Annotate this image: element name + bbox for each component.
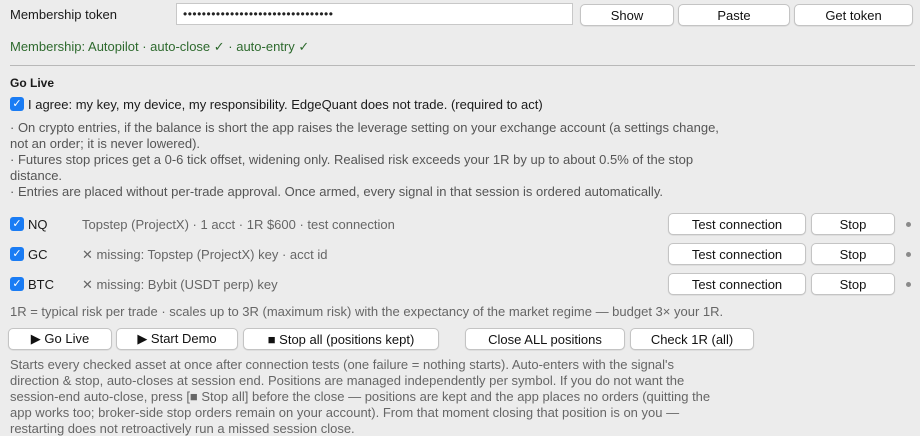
description-line: restarting does not retroactively run a … <box>10 421 355 436</box>
divider <box>10 65 915 66</box>
paste-token-button[interactable]: Paste <box>678 4 790 26</box>
check-icon: ✓ <box>12 277 22 290</box>
stop-button-nq[interactable]: Stop <box>811 213 895 235</box>
check-icon: ✓ <box>12 97 22 110</box>
description-line: app works too; broker-side stop orders r… <box>10 405 680 420</box>
stop-all-button[interactable]: ■ Stop all (positions kept) <box>243 328 439 350</box>
show-token-button[interactable]: Show <box>580 4 674 26</box>
asset-symbol: NQ <box>28 217 48 232</box>
asset-detail: Topstep (ProjectX) · 1 acct · 1R $600 · … <box>82 217 395 232</box>
description-line: session-end auto-close, press [■ Stop al… <box>10 389 711 404</box>
token-label: Membership token <box>10 7 117 22</box>
stop-button-btc[interactable]: Stop <box>811 273 895 295</box>
agree-label: I agree: my key, my device, my responsib… <box>28 97 543 112</box>
note-line: · Entries are placed without per-trade a… <box>10 184 663 199</box>
golive-heading: Go Live <box>10 76 55 90</box>
test-connection-button-gc[interactable]: Test connection <box>668 243 806 265</box>
risk-note: 1R = typical risk per trade · scales up … <box>10 304 724 319</box>
status-dot-icon <box>906 252 911 257</box>
status-dot-icon <box>906 222 911 227</box>
token-input[interactable] <box>176 3 573 25</box>
description-line: Starts every checked asset at once after… <box>10 357 675 372</box>
agree-checkbox[interactable]: ✓ <box>10 97 24 111</box>
get-token-button[interactable]: Get token <box>794 4 913 26</box>
status-dot-icon <box>906 282 911 287</box>
note-line: · Futures stop prices get a 0-6 tick off… <box>10 152 694 167</box>
test-connection-button-nq[interactable]: Test connection <box>668 213 806 235</box>
close-all-positions-button[interactable]: Close ALL positions <box>465 328 625 350</box>
asset-detail: ✕ missing: Topstep (ProjectX) key · acct… <box>82 247 328 262</box>
asset-checkbox-nq[interactable]: ✓ <box>10 217 24 231</box>
stop-button-gc[interactable]: Stop <box>811 243 895 265</box>
description-line: direction & stop, auto-closes at session… <box>10 373 685 388</box>
check-icon: ✓ <box>12 217 22 230</box>
asset-checkbox-btc[interactable]: ✓ <box>10 277 24 291</box>
go-live-button[interactable]: ▶ Go Live <box>8 328 112 350</box>
asset-symbol: GC <box>28 247 48 262</box>
start-demo-button[interactable]: ▶ Start Demo <box>116 328 238 350</box>
asset-detail: ✕ missing: Bybit (USDT perp) key <box>82 277 278 292</box>
note-line: not an order; it is never lowered). <box>10 136 201 151</box>
asset-symbol: BTC <box>28 277 54 292</box>
membership-status: Membership: Autopilot · auto-close ✓ · a… <box>10 39 310 54</box>
golive-notes: · On crypto entries, if the balance is s… <box>10 120 910 200</box>
note-line: distance. <box>10 168 63 183</box>
golive-description: Starts every checked asset at once after… <box>10 357 910 436</box>
asset-checkbox-gc[interactable]: ✓ <box>10 247 24 261</box>
check-1r-button[interactable]: Check 1R (all) <box>630 328 754 350</box>
check-icon: ✓ <box>12 247 22 260</box>
note-line: · On crypto entries, if the balance is s… <box>10 120 719 135</box>
test-connection-button-btc[interactable]: Test connection <box>668 273 806 295</box>
